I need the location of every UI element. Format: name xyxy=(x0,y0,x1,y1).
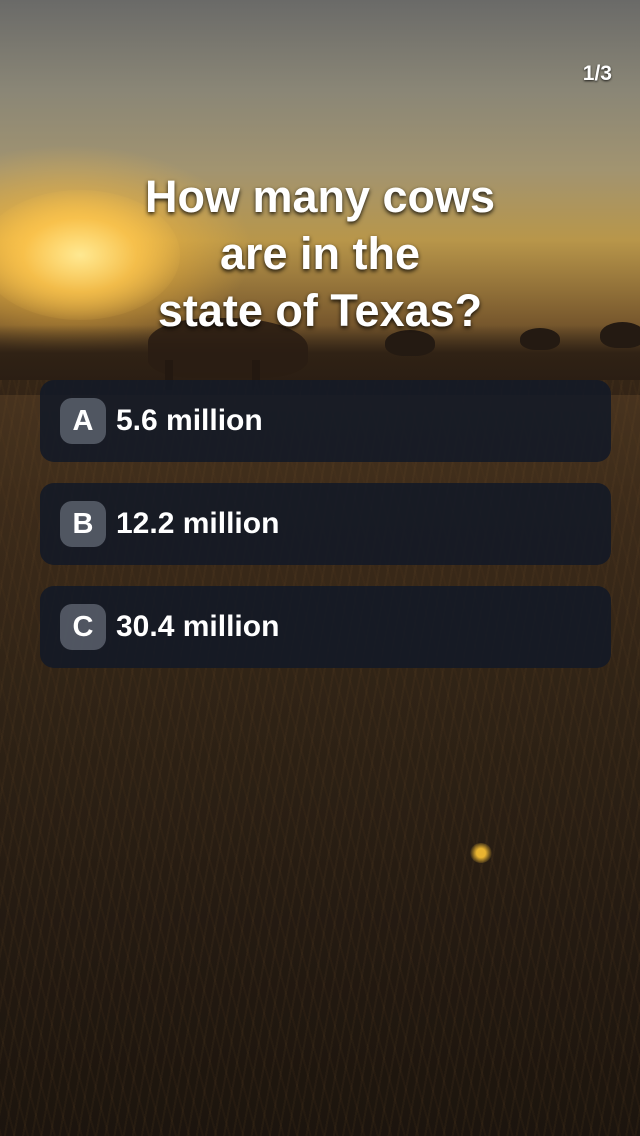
answer-label: 12.2 million xyxy=(116,507,280,540)
answer-option-b[interactable]: B 12.2 million xyxy=(40,483,611,565)
answer-label: 30.4 million xyxy=(116,610,280,643)
question-line: How many cows xyxy=(144,171,496,222)
answer-letter-badge: B xyxy=(60,501,106,547)
answer-letter-badge: C xyxy=(60,604,106,650)
answer-option-a[interactable]: A 5.6 million xyxy=(40,380,611,462)
answer-label: 5.6 million xyxy=(116,404,263,437)
answer-letter-badge: A xyxy=(60,398,106,444)
flower xyxy=(470,843,492,863)
answer-list: A 5.6 million B 12.2 million C 30.4 mill… xyxy=(40,380,611,689)
answer-option-c[interactable]: C 30.4 million xyxy=(40,586,611,668)
question-line: state of Texas? xyxy=(157,285,483,336)
question-text: How many cows are in the state of Texas? xyxy=(0,168,640,339)
question-line: are in the xyxy=(219,228,421,279)
question-counter: 1/3 xyxy=(582,62,612,85)
